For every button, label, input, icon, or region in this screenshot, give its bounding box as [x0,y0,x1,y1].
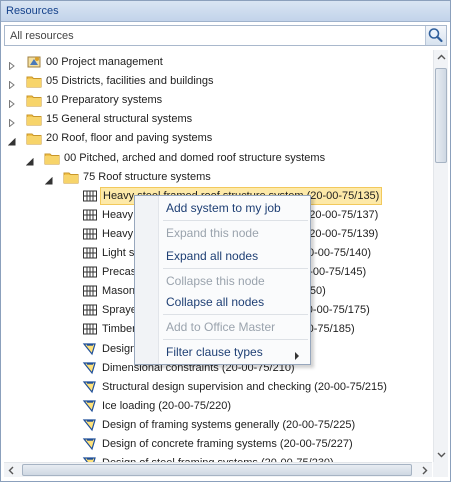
chevron-up-icon [437,54,446,60]
scroll-corner [433,462,448,477]
tree-node[interactable]: Design of concrete framing systems (20-0… [4,435,432,453]
chevron-down-icon [437,452,446,458]
tree-node[interactable]: 75 Roof structure systems [4,168,432,186]
menu-item-add-system[interactable]: Add system to my job [166,197,281,219]
system-icon [82,245,98,261]
folder-icon [26,73,42,89]
menu-item-collapse-node: Collapse this node [166,274,265,288]
horizontal-scrollbar[interactable] [4,462,432,477]
folder-icon [26,130,42,146]
clause-icon [82,379,98,395]
tree-node[interactable]: 05 Districts, facilities and buildings [4,72,432,90]
collapse-arrow-icon[interactable] [7,134,16,146]
menu-item-expand-all[interactable]: Expand all nodes [166,245,258,267]
tree-node-label: 15 General structural systems [46,113,193,126]
chevron-left-icon [8,466,14,475]
tree-node[interactable]: Ice loading (20-00-75/220) [4,397,432,415]
tree-node-label: Design of steel framing systems (20-00-7… [100,454,336,462]
menu-separator [163,220,308,221]
tree-node[interactable]: 00 Project management [4,53,432,71]
tree-node[interactable]: 20 Roof, floor and paving systems [4,129,432,147]
expand-arrow-icon[interactable] [8,58,16,71]
menu-icon-gutter [135,196,159,364]
tree-node[interactable]: Design of framing systems generally (20-… [4,416,432,434]
menu-item-collapse-all[interactable]: Collapse all nodes [166,291,264,313]
vertical-scrollbar[interactable] [433,50,448,462]
system-icon [82,226,98,242]
search-box [4,25,447,46]
menu-item-add-office-master: Add to Office Master [166,320,276,334]
folder-icon [26,92,42,108]
scroll-up-button[interactable] [434,50,449,65]
tree-node[interactable]: 15 General structural systems [4,110,432,128]
tree-node-label: 75 Roof structure systems [83,170,211,183]
folder-icon [26,111,42,127]
clause-icon [82,436,98,452]
tree-node-label: 00 Pitched, arched and domed roof struct… [64,151,326,164]
system-icon [82,321,98,337]
tree-node-label: 20 Roof, floor and paving systems [46,132,213,145]
submenu-arrow-icon [295,352,299,360]
expand-arrow-icon[interactable] [8,77,16,90]
project-icon [26,54,42,70]
clause-icon [82,455,98,462]
system-icon [82,302,98,318]
tree-node[interactable]: 10 Preparatory systems [4,91,432,109]
menu-separator [163,268,308,269]
tree-node-label: 00 Project management [46,56,163,68]
vertical-scroll-thumb[interactable] [435,68,447,163]
panel-title: Resources [1,1,450,22]
system-icon [82,188,98,204]
collapse-arrow-icon[interactable] [44,173,53,185]
search-button[interactable] [425,26,446,45]
tree-node[interactable]: Structural design supervision and checki… [4,378,432,396]
tree-node-label: 05 Districts, facilities and buildings [46,75,214,88]
expand-arrow-icon[interactable] [8,96,16,109]
scroll-left-button[interactable] [4,463,19,478]
tree-node-label: Design of framing systems generally (20-… [102,418,356,431]
system-icon [82,264,98,280]
tree-node[interactable]: Design of steel framing systems (20-00-7… [4,454,432,462]
clause-icon [82,341,98,357]
collapse-arrow-icon[interactable] [25,154,34,165]
tree-node[interactable]: 00 Pitched, arched and domed roof struct… [4,149,432,167]
clause-icon [82,360,98,376]
chevron-right-icon [422,466,428,475]
scroll-down-button[interactable] [434,447,449,462]
tree-node-label: 10 Preparatory systems [46,94,163,107]
system-icon [82,207,98,223]
menu-item-expand-node: Expand this node [166,226,259,240]
tree-node-label: Design of concrete framing systems (20-0… [102,438,353,450]
menu-separator [163,314,308,315]
folder-icon [44,150,60,166]
search-input[interactable] [5,26,423,45]
menu-separator [163,339,308,340]
scroll-right-button[interactable] [417,463,432,478]
clause-icon [82,417,98,433]
tree-node-label: Structural design supervision and checki… [102,380,387,393]
folder-icon [63,169,79,185]
context-menu: Add system to my job Expand this node Ex… [134,195,311,365]
horizontal-scroll-thumb[interactable] [22,464,412,476]
system-icon [82,283,98,299]
search-icon [428,28,443,43]
menu-item-filter-clause-types[interactable]: Filter clause types [166,341,263,363]
tree-node-label: Ice loading (20-00-75/220) [102,399,232,412]
expand-arrow-icon[interactable] [8,115,16,128]
clause-icon [82,398,98,414]
